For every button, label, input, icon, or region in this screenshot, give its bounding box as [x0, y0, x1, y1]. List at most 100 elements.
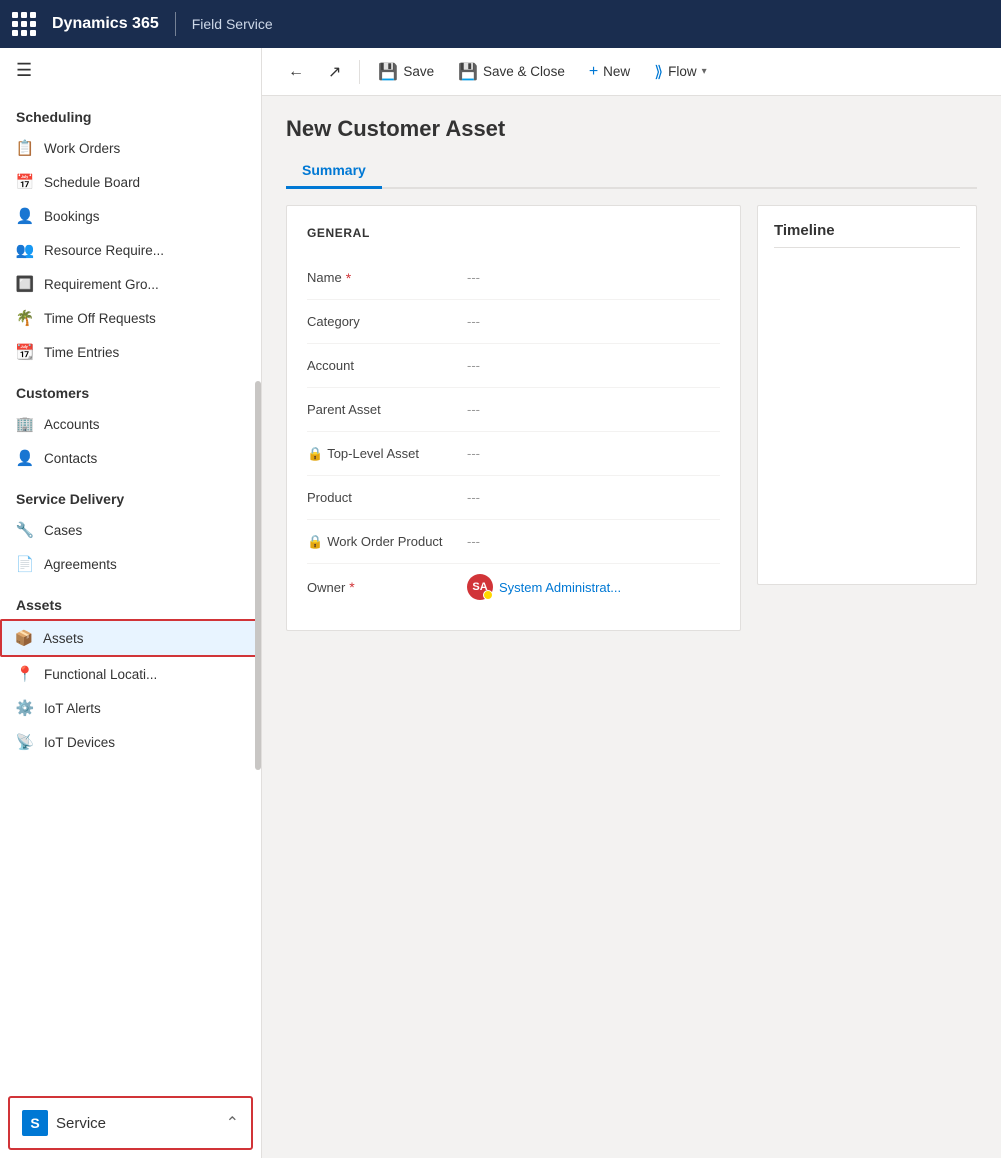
timeline-title: Timeline [774, 222, 960, 248]
bookings-icon: 👤 [16, 207, 34, 225]
field-label-owner: Owner * [307, 579, 467, 595]
sidebar-label-assets: Assets [43, 631, 84, 646]
sidebar-item-time-off-requests[interactable]: 🌴 Time Off Requests [0, 301, 261, 335]
sidebar-label-work-orders: Work Orders [44, 141, 120, 156]
sidebar-label-bookings: Bookings [44, 209, 100, 224]
save-close-label: Save & Close [483, 64, 565, 79]
top-navigation-bar: Dynamics 365 Field Service [0, 0, 1001, 48]
new-button[interactable]: + New [579, 57, 640, 87]
page-content: New Customer Asset Summary GENERAL Name … [262, 96, 1001, 1158]
lock-icon-work-order: 🔒 [307, 534, 323, 550]
time-off-requests-icon: 🌴 [16, 309, 34, 327]
sidebar-item-requirement-groups[interactable]: 🔲 Requirement Gro... [0, 267, 261, 301]
main-layout: ☰ Scheduling 📋 Work Orders 📅 Schedule Bo… [0, 48, 1001, 1158]
new-label: New [603, 64, 630, 79]
sidebar-item-schedule-board[interactable]: 📅 Schedule Board [0, 165, 261, 199]
contacts-icon: 👤 [16, 449, 34, 467]
back-button[interactable]: ← [278, 57, 314, 87]
resource-requirements-icon: 👥 [16, 241, 34, 259]
sidebar-section-assets: Assets [0, 581, 261, 619]
app-launcher-icon[interactable] [12, 12, 36, 36]
field-required-name: * [346, 270, 351, 286]
schedule-board-icon: 📅 [16, 173, 34, 191]
field-label-top-level-asset: 🔒 Top-Level Asset [307, 446, 467, 462]
functional-locations-icon: 📍 [16, 665, 34, 683]
field-label-name: Name * [307, 270, 467, 286]
new-icon: + [589, 63, 598, 81]
save-close-button[interactable]: 💾 Save & Close [448, 56, 575, 88]
field-required-owner: * [349, 579, 354, 595]
sidebar-item-resource-requirements[interactable]: 👥 Resource Require... [0, 233, 261, 267]
sidebar-item-agreements[interactable]: 📄 Agreements [0, 547, 261, 581]
sidebar-label-resource-requirements: Resource Require... [44, 243, 164, 258]
toolbar-separator [359, 60, 360, 84]
sidebar-item-time-entries[interactable]: 📆 Time Entries [0, 335, 261, 369]
sidebar-item-assets[interactable]: 📦 Assets [0, 619, 261, 657]
agreements-icon: 📄 [16, 555, 34, 573]
field-work-order-product: 🔒 Work Order Product --- [307, 520, 720, 564]
hamburger-menu[interactable]: ☰ [0, 48, 261, 93]
sidebar-label-cases: Cases [44, 523, 82, 538]
field-value-category[interactable]: --- [467, 314, 480, 329]
sidebar-scroll-thumb[interactable] [255, 381, 261, 770]
flow-label: Flow [668, 64, 697, 79]
save-button[interactable]: 💾 Save [368, 56, 444, 88]
field-name: Name * --- [307, 256, 720, 300]
owner-name: System Administrat... [499, 580, 621, 595]
sidebar-label-agreements: Agreements [44, 557, 117, 572]
save-label: Save [403, 64, 434, 79]
sidebar-item-cases[interactable]: 🔧 Cases [0, 513, 261, 547]
sidebar-label-requirement-groups: Requirement Gro... [44, 277, 159, 292]
tab-summary[interactable]: Summary [286, 154, 382, 189]
save-icon: 💾 [378, 62, 398, 82]
field-label-work-order-product: 🔒 Work Order Product [307, 534, 467, 550]
section-title-general: GENERAL [307, 226, 720, 240]
service-label: Service [56, 1115, 218, 1132]
field-owner: Owner * SA System Administrat... [307, 564, 720, 610]
lock-icon-top-level: 🔒 [307, 446, 323, 462]
tab-bar: Summary [286, 154, 977, 189]
sidebar-item-iot-devices[interactable]: 📡 IoT Devices [0, 725, 261, 759]
sidebar-label-contacts: Contacts [44, 451, 97, 466]
page-title: New Customer Asset [286, 116, 977, 142]
flow-button[interactable]: ⟫ Flow ▾ [644, 56, 716, 88]
owner-field-value[interactable]: SA System Administrat... [467, 574, 621, 600]
iot-alerts-icon: ⚙️ [16, 699, 34, 717]
sidebar-item-work-orders[interactable]: 📋 Work Orders [0, 131, 261, 165]
sidebar-item-bookings[interactable]: 👤 Bookings [0, 199, 261, 233]
field-value-product[interactable]: --- [467, 490, 480, 505]
share-button[interactable]: ↗ [318, 56, 351, 88]
sidebar-item-contacts[interactable]: 👤 Contacts [0, 441, 261, 475]
service-bottom-bar[interactable]: S Service ⌃ [8, 1096, 253, 1150]
flow-icon: ⟫ [654, 62, 663, 82]
service-badge: S [22, 1110, 48, 1136]
field-account: Account --- [307, 344, 720, 388]
field-label-product: Product [307, 490, 467, 505]
share-icon: ↗ [328, 62, 341, 82]
sidebar-item-iot-alerts[interactable]: ⚙️ IoT Alerts [0, 691, 261, 725]
field-parent-asset: Parent Asset --- [307, 388, 720, 432]
content-area: ← ↗ 💾 Save 💾 Save & Close + New ⟫ Flow ▾ [262, 48, 1001, 1158]
sidebar-label-time-entries: Time Entries [44, 345, 119, 360]
field-value-account[interactable]: --- [467, 358, 480, 373]
service-chevron-icon: ⌃ [226, 1113, 239, 1133]
timeline-section: Timeline [757, 205, 977, 585]
field-value-name[interactable]: --- [467, 270, 480, 285]
time-entries-icon: 📆 [16, 343, 34, 361]
field-value-parent-asset[interactable]: --- [467, 402, 480, 417]
sidebar-item-functional-locations[interactable]: 📍 Functional Locati... [0, 657, 261, 691]
requirement-groups-icon: 🔲 [16, 275, 34, 293]
save-close-icon: 💾 [458, 62, 478, 82]
sidebar-section-scheduling: Scheduling [0, 93, 261, 131]
sidebar-label-iot-alerts: IoT Alerts [44, 701, 101, 716]
sidebar-scrollbar[interactable] [255, 48, 261, 1158]
sidebar-label-accounts: Accounts [44, 417, 100, 432]
sidebar-item-accounts[interactable]: 🏢 Accounts [0, 407, 261, 441]
field-label-category: Category [307, 314, 467, 329]
sidebar-section-service-delivery: Service Delivery [0, 475, 261, 513]
owner-avatar: SA [467, 574, 493, 600]
flow-dropdown-icon: ▾ [702, 66, 707, 77]
general-section: GENERAL Name * --- Category [286, 205, 741, 631]
app-title: Dynamics 365 [52, 15, 159, 33]
toolbar: ← ↗ 💾 Save 💾 Save & Close + New ⟫ Flow ▾ [262, 48, 1001, 96]
